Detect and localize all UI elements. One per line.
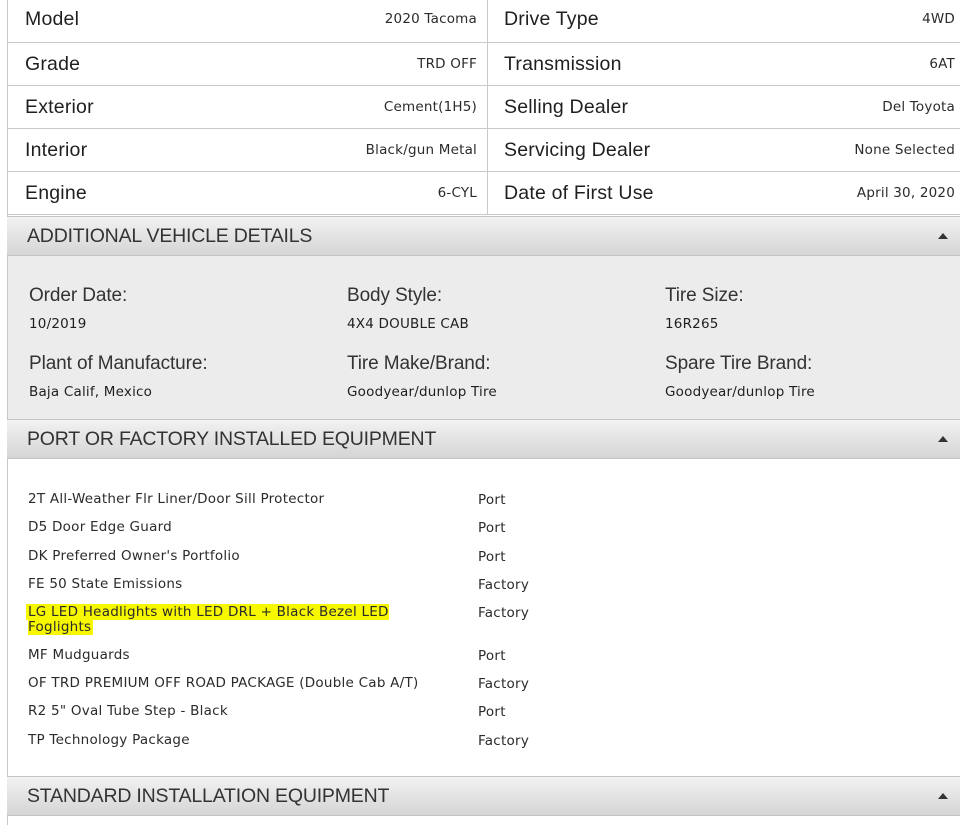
equipment-type: Factory [478,733,530,749]
equipment-name: LG LED Headlights with LED DRL + Black B… [26,604,398,635]
spec-label: Grade [25,52,81,75]
spec-label: Interior [25,138,88,161]
spec-value: None Selected [854,142,955,158]
detail-label: Spare Tire Brand: [665,353,813,374]
equipment-name: FE 50 State Emissions [28,576,183,592]
spec-label: Exterior [25,95,94,118]
detail-value: Baja Calif, Mexico [29,384,153,400]
detail-plant-of-manufacture: Plant of Manufacture: Baja Calif, Mexico [29,353,329,400]
equipment-name: MF Mudguards [28,647,130,663]
spec-label: Selling Dealer [504,95,629,118]
equipment-name: TP Technology Package [28,732,190,748]
equipment-type: Port [478,492,506,508]
equipment-name: OF TRD PREMIUM OFF ROAD PACKAGE (Double … [28,675,419,691]
detail-spare-tire-brand: Spare Tire Brand: Goodyear/dunlop Tire [665,353,960,400]
spec-cell-drive-type: Drive Type 4WD [488,0,960,43]
equipment-type: Port [478,520,506,536]
spec-cell-engine: Engine 6-CYL [8,172,488,215]
spec-value: Del Toyota [882,99,955,115]
spec-value: Cement(1H5) [383,99,477,115]
detail-value: Goodyear/dunlop Tire [347,384,497,400]
spec-cell-model: Model 2020 Tacoma [8,0,488,43]
detail-body-style: Body Style: 4X4 DOUBLE CAB [347,285,647,332]
section-title: PORT OR FACTORY INSTALLED EQUIPMENT [27,427,437,450]
standard-equipment-panel [7,816,960,825]
spec-value: 4WD [922,11,955,27]
spec-label: Model [25,7,80,30]
spec-label: Engine [25,181,87,204]
detail-tire-make-brand: Tire Make/Brand: Goodyear/dunlop Tire [347,353,647,400]
detail-value: Goodyear/dunlop Tire [665,384,815,400]
additional-details-header[interactable]: ADDITIONAL VEHICLE DETAILS [7,216,960,256]
spec-cell-date-first-use: Date of First Use April 30, 2020 [488,172,960,215]
spec-label: Servicing Dealer [504,138,651,161]
standard-equipment-header[interactable]: STANDARD INSTALLATION EQUIPMENT [7,776,960,816]
detail-label: Tire Size: [665,285,744,306]
detail-value: 16R265 [665,316,719,332]
caret-up-icon[interactable] [938,233,948,239]
detail-label: Body Style: [347,285,443,306]
section-title: STANDARD INSTALLATION EQUIPMENT [27,784,390,807]
detail-order-date: Order Date: 10/2019 [29,285,329,332]
equipment-type: Factory [478,605,530,621]
spec-value: 6-CYL [437,185,477,201]
highlighted-text: LG LED Headlights with LED DRL + Black B… [26,604,389,635]
equipment-type: Factory [478,577,530,593]
caret-up-icon[interactable] [938,793,948,799]
equipment-name: 2T All-Weather Flr Liner/Door Sill Prote… [28,491,325,507]
section-title: ADDITIONAL VEHICLE DETAILS [27,224,313,247]
spec-value: TRD OFF [417,56,477,72]
equipment-type: Port [478,549,506,565]
spec-value: Black/gun Metal [365,142,477,158]
spec-value: 6AT [929,56,955,72]
vehicle-spec-grid: Model 2020 Tacoma Drive Type 4WD Grade T… [7,0,960,216]
detail-label: Tire Make/Brand: [347,353,491,374]
spec-cell-selling-dealer: Selling Dealer Del Toyota [488,86,960,129]
additional-details-panel: Order Date: 10/2019 Body Style: 4X4 DOUB… [7,256,960,419]
detail-tire-size: Tire Size: 16R265 [665,285,960,332]
caret-up-icon[interactable] [938,436,948,442]
detail-value: 4X4 DOUBLE CAB [347,316,469,332]
spec-cell-exterior: Exterior Cement(1H5) [8,86,488,129]
equipment-name: R2 5" Oval Tube Step - Black [28,703,228,719]
spec-cell-servicing-dealer: Servicing Dealer None Selected [488,129,960,172]
spec-cell-interior: Interior Black/gun Metal [8,129,488,172]
detail-label: Plant of Manufacture: [29,353,208,374]
installed-equipment-panel: 2T All-Weather Flr Liner/Door Sill Prote… [7,459,960,776]
spec-label: Transmission [504,52,622,75]
equipment-type: Port [478,704,506,720]
spec-label: Date of First Use [504,181,654,204]
equipment-type: Factory [478,676,530,692]
detail-value: 10/2019 [29,316,87,332]
spec-cell-transmission: Transmission 6AT [488,43,960,86]
equipment-name: D5 Door Edge Guard [28,519,172,535]
spec-value: 2020 Tacoma [384,11,477,27]
detail-label: Order Date: [29,285,128,306]
equipment-name: DK Preferred Owner's Portfolio [28,548,240,564]
equipment-type: Port [478,648,506,664]
spec-cell-grade: Grade TRD OFF [8,43,488,86]
installed-equipment-header[interactable]: PORT OR FACTORY INSTALLED EQUIPMENT [7,419,960,459]
spec-value: April 30, 2020 [856,185,955,201]
spec-label: Drive Type [504,7,599,30]
